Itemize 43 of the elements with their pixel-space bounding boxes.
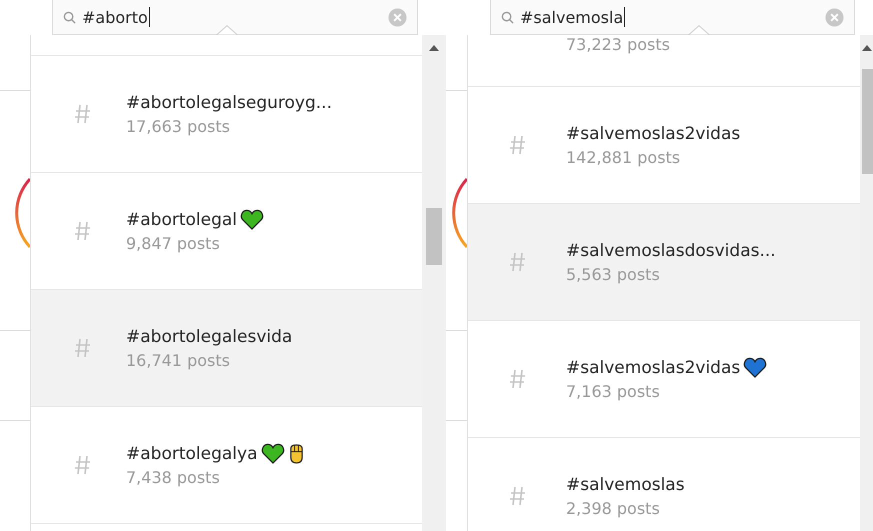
scrollbar[interactable]	[860, 35, 873, 531]
post-count: 16,741 posts	[126, 350, 231, 370]
scroll-thumb[interactable]	[862, 69, 873, 174]
search-text: #salvemosla	[520, 8, 624, 26]
post-count: 73,223 posts	[566, 35, 670, 54]
hashtag-icon	[510, 135, 526, 155]
post-count: 9,847 posts	[126, 234, 221, 253]
post-count: 2,398 posts	[566, 498, 661, 518]
hashtag-icon	[510, 486, 526, 506]
hashtag-result[interactable]: #salvemoslasdosvidas... 5,563 posts	[468, 204, 860, 321]
search-text: #aborto	[82, 8, 148, 26]
hashtag-name: #abortolegalya	[126, 444, 258, 464]
hashtag-name: #salvemoslasdosvidas...	[566, 240, 776, 260]
hashtag-name: #salvemoslas	[566, 474, 685, 494]
hashtag-icon	[75, 104, 91, 124]
hashtag-name: #salvemoslas2vidas	[566, 124, 740, 144]
post-count: 17,663 posts	[126, 116, 231, 136]
hashtag-icon	[75, 221, 91, 241]
scrollbar[interactable]	[422, 35, 446, 531]
clear-icon[interactable]	[825, 8, 844, 26]
post-count: 7,438 posts	[126, 468, 221, 487]
hashtag-icon	[510, 252, 526, 272]
search-field[interactable]: #salvemosla	[490, 0, 855, 35]
hashtag-name: #abortolegalseguroyg...	[126, 92, 332, 112]
hashtag-icon	[75, 455, 91, 475]
hashtag-icon	[510, 369, 526, 389]
hashtag-result[interactable]: #abortolegalesvida 16,741 posts	[31, 290, 422, 407]
scroll-up-icon[interactable]	[429, 45, 439, 51]
story-ring-icon	[451, 178, 467, 248]
hashtag-name: #salvemoslas2vidas	[566, 358, 740, 378]
story-ring-icon	[14, 178, 30, 248]
post-count: 7,163 posts	[566, 382, 661, 401]
hashtag-name: #abortolegalesvida	[126, 326, 292, 346]
search-field[interactable]: #aborto	[52, 0, 418, 35]
scroll-up-icon[interactable]	[862, 45, 872, 51]
hashtag-name: #abortolegal	[126, 210, 238, 230]
clear-icon[interactable]	[388, 8, 407, 26]
search-icon	[63, 10, 76, 24]
search-icon	[501, 10, 514, 24]
post-count: 5,563 posts	[566, 264, 661, 284]
scroll-thumb[interactable]	[426, 208, 442, 265]
hashtag-icon	[75, 338, 91, 358]
post-count: 142,881 posts	[566, 148, 682, 166]
